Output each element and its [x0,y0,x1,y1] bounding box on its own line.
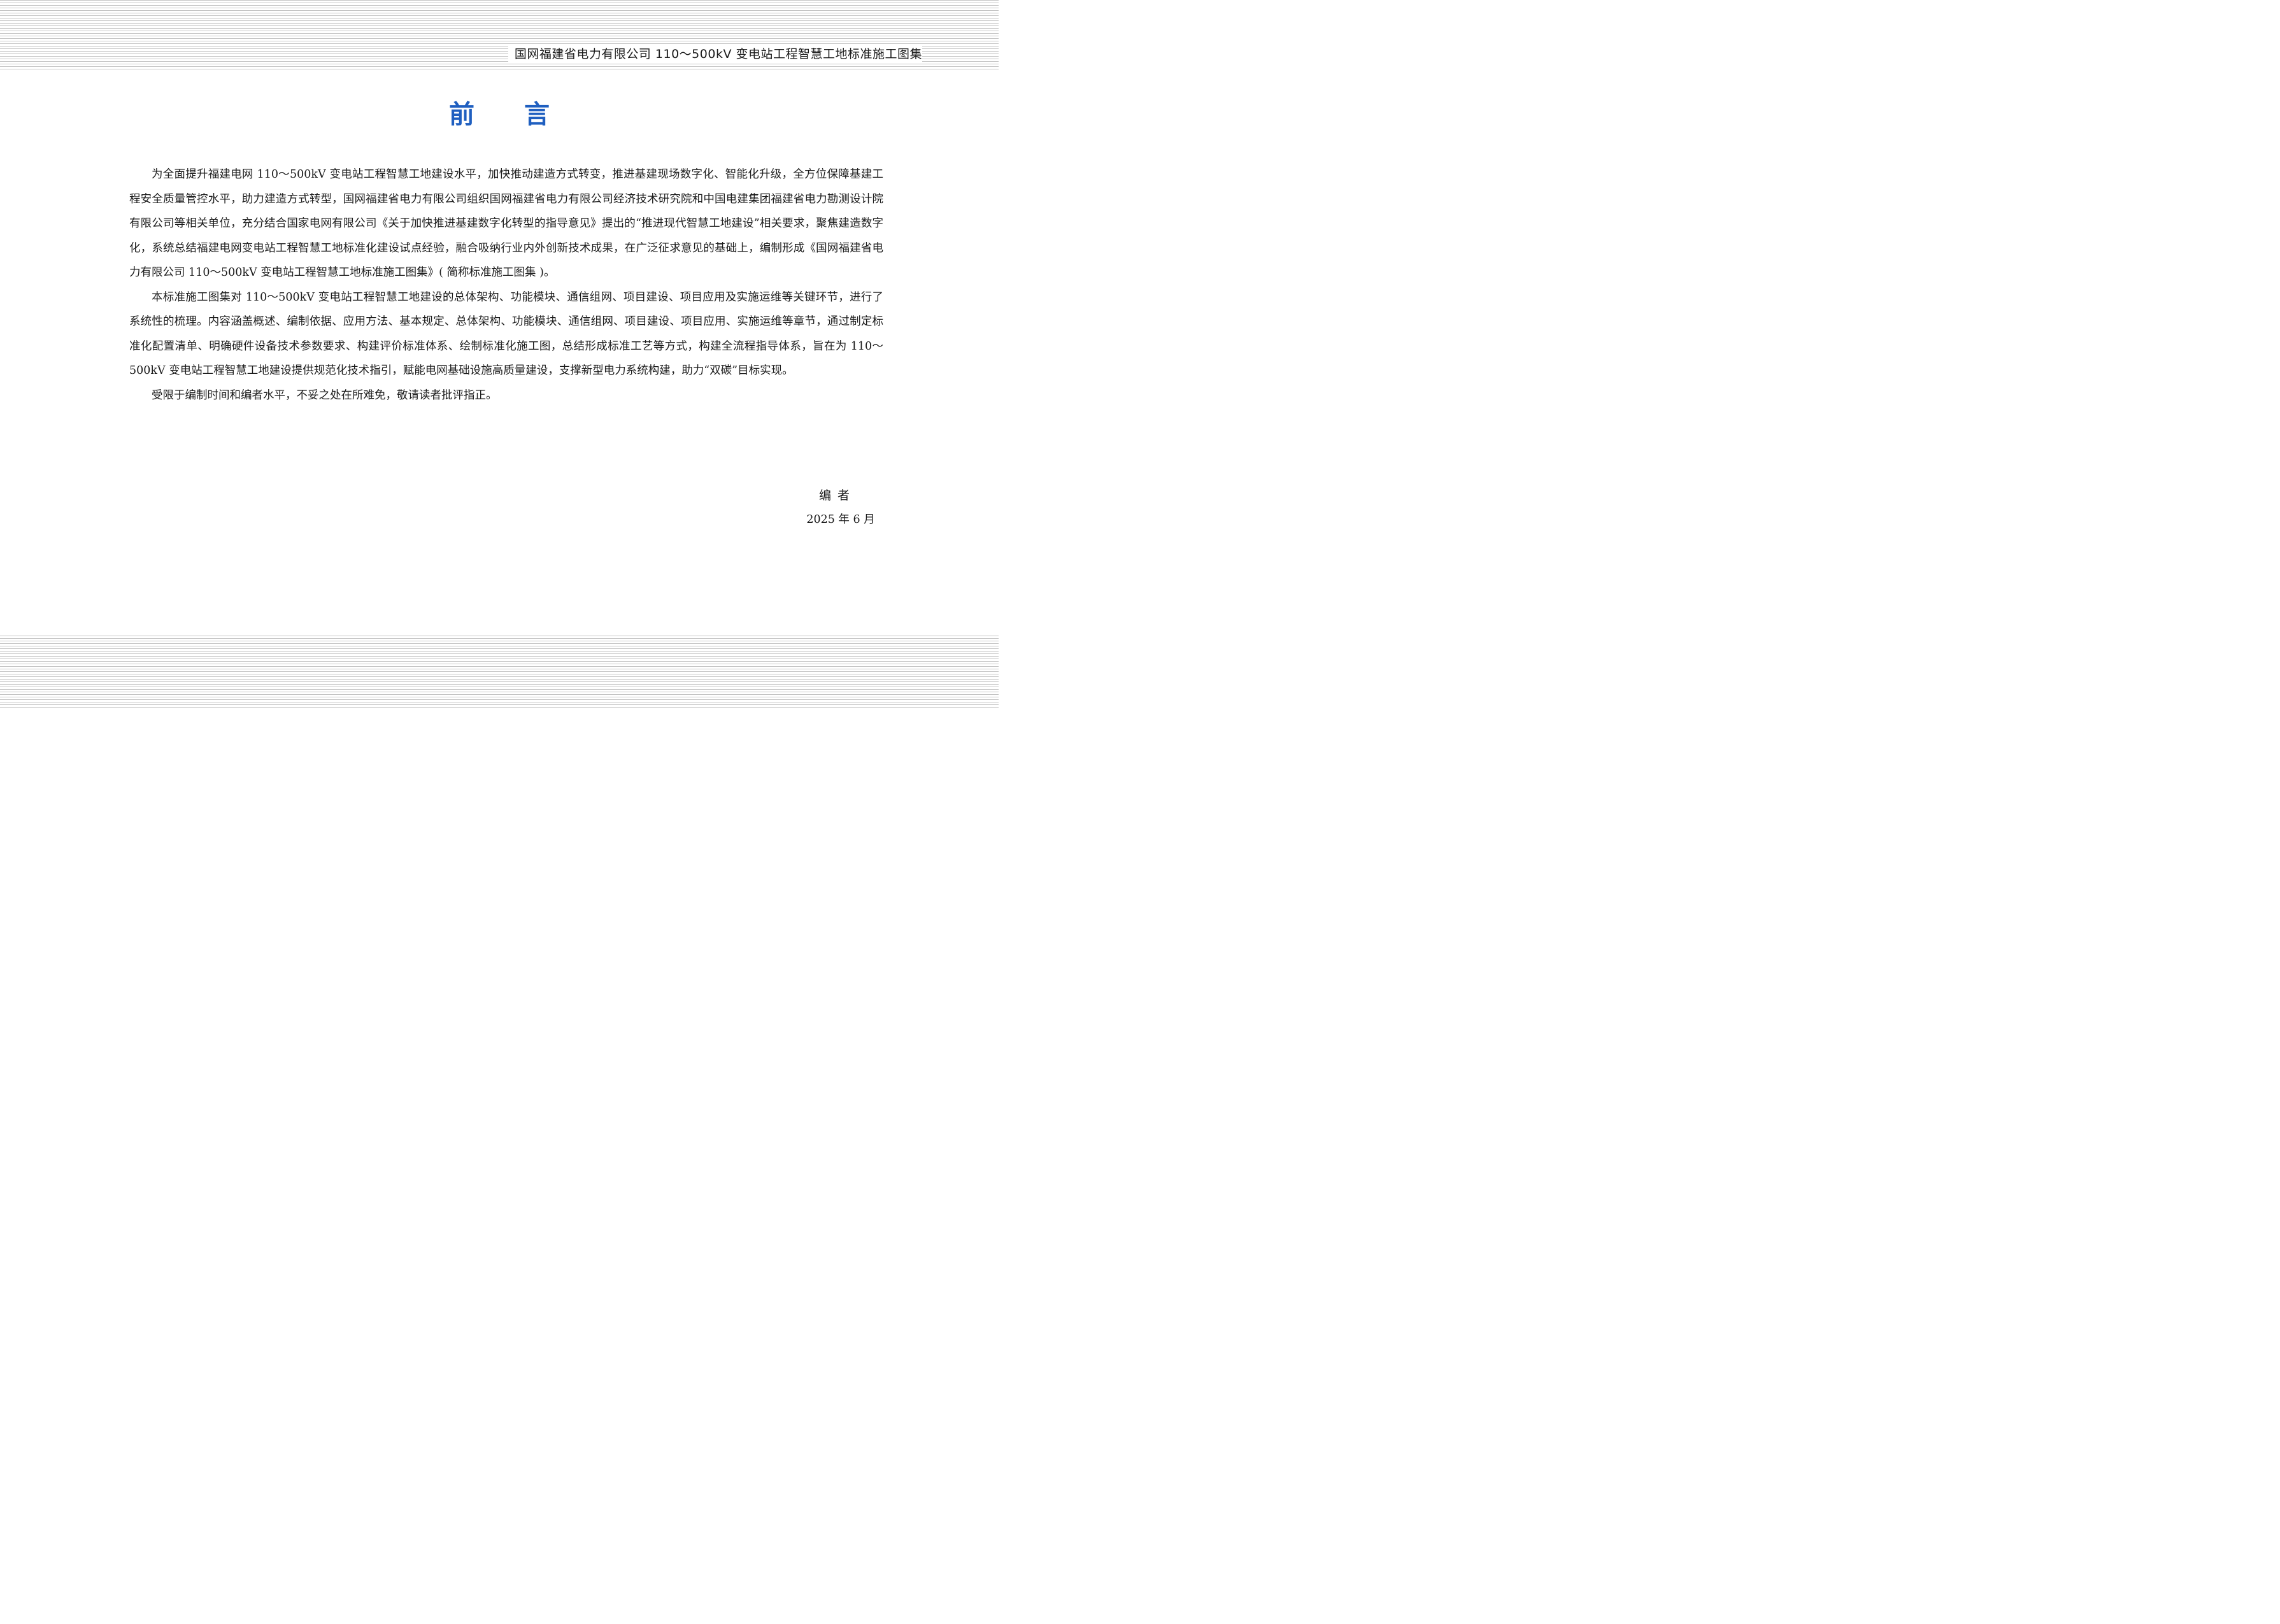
page-title: 前言 [449,99,599,129]
paragraph: 为全面提升福建电网 110～500kV 变电站工程智慧工地建设水平，加快推动建造… [129,168,883,279]
paragraph: 受限于编制时间和编者水平，不妥之处在所难免，敬请读者批评指正。 [152,388,497,402]
paragraph: 本标准施工图集对 110～500kV 变电站工程智慧工地建设的总体架构、功能模块… [129,290,883,378]
footer-stripe-band [0,636,999,709]
signature-author: 编者 [818,488,856,502]
preface-body: 为全面提升福建电网 110～500kV 变电站工程智慧工地建设水平，加快推动建造… [129,162,883,408]
document-series-title: 国网福建省电力有限公司 110～500kV 变电站工程智慧工地标准施工图集 [508,45,922,64]
signature-date: 2025 年 6 月 [806,513,875,526]
